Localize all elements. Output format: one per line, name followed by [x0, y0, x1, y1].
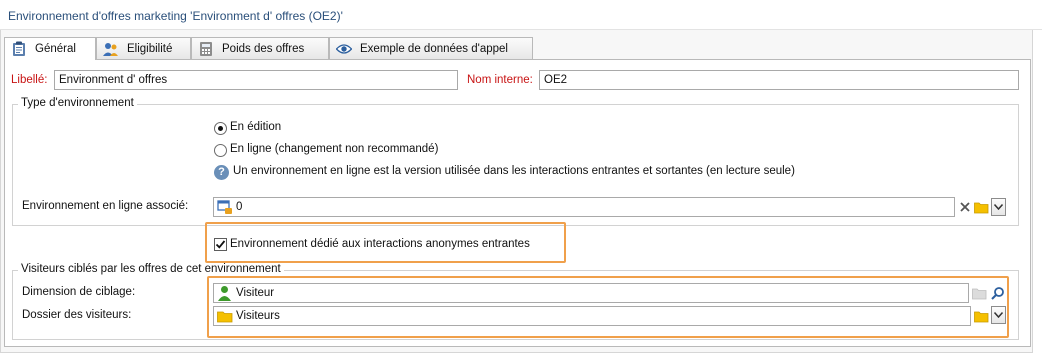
tab-label: Eligibilité	[127, 42, 173, 55]
tab-label: Général	[35, 43, 76, 55]
title-bar: Environnement d'offres marketing 'Enviro…	[0, 0, 1042, 30]
eye-icon	[336, 41, 352, 57]
chevron-down-icon	[994, 204, 1003, 210]
env-associe-value: 0	[236, 201, 243, 213]
libelle-input[interactable]: Environment d' offres	[54, 70, 458, 90]
users-icon	[103, 41, 119, 57]
window-title: Environnement d'offres marketing 'Enviro…	[8, 9, 343, 23]
calculator-icon	[198, 41, 214, 57]
info-icon: ?	[214, 165, 229, 180]
env-associe-dropdown[interactable]	[991, 198, 1006, 216]
nom-interne-input[interactable]: OE2	[539, 70, 1019, 90]
folder-label: Dossier des visiteurs:	[22, 309, 132, 321]
radio-en-edition-label: En édition	[230, 121, 282, 133]
tab-label: Poids des offres	[222, 42, 305, 55]
tab-general[interactable]: Général	[4, 37, 96, 60]
env-associe-input[interactable]: 0	[213, 197, 955, 217]
radio-en-edition[interactable]	[214, 122, 227, 135]
anonymous-checkbox[interactable]	[214, 238, 227, 251]
folder-open-icon[interactable]	[973, 199, 989, 215]
nom-interne-label: Nom interne:	[467, 74, 533, 86]
environment-link-icon	[217, 200, 233, 216]
highlight-box-visitors	[207, 276, 1009, 338]
clear-icon[interactable]	[957, 199, 973, 215]
dimension-label: Dimension de ciblage:	[22, 286, 136, 298]
tab-exemple-donnees-appel[interactable]: Exemple de données d'appel	[329, 37, 533, 59]
info-text: Un environnement en ligne est la version…	[233, 165, 795, 177]
anonymous-checkbox-label: Environnement dédié aux interactions ano…	[230, 238, 530, 250]
radio-en-ligne-label: En ligne (changement non recommandé)	[230, 143, 439, 155]
clipboard-icon	[11, 41, 27, 57]
tab-poids-des-offres[interactable]: Poids des offres	[191, 37, 329, 59]
radio-en-ligne[interactable]	[214, 144, 227, 157]
tab-label: Exemple de données d'appel	[360, 42, 508, 55]
tab-eligibilite[interactable]: Eligibilité	[96, 37, 191, 59]
libelle-label: Libellé:	[11, 74, 48, 86]
env-type-legend: Type d'environnement	[18, 97, 137, 109]
visitors-legend: Visiteurs ciblés par les offres de cet e…	[18, 263, 284, 275]
env-associe-label: Environnement en ligne associé:	[22, 200, 189, 212]
